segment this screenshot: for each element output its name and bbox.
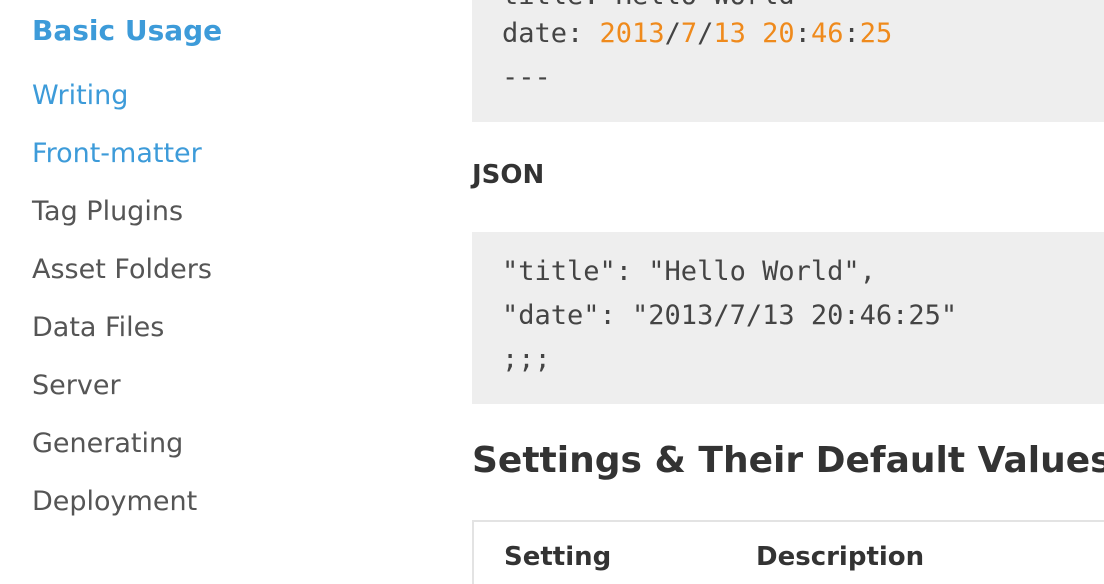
sidebar-item-asset-folders[interactable]: Asset Folders bbox=[32, 254, 212, 285]
code-date-day: 13 bbox=[713, 18, 746, 49]
code-date-minute: 46 bbox=[810, 18, 844, 49]
sidebar-item-tag-plugins[interactable]: Tag Plugins bbox=[32, 196, 183, 227]
code-date-year: 2013 bbox=[599, 18, 665, 49]
sidebar-item-generating[interactable]: Generating bbox=[32, 428, 183, 459]
code-date-space bbox=[746, 18, 762, 49]
code-line-title: title: Hello World bbox=[502, 0, 795, 11]
table-header-description: Description bbox=[756, 542, 925, 572]
code-date-key: date: bbox=[502, 18, 600, 49]
sidebar-item-data-files[interactable]: Data Files bbox=[32, 312, 164, 343]
sidebar-item-server[interactable]: Server bbox=[32, 370, 121, 401]
json-line-separator: ;;; bbox=[502, 344, 551, 375]
json-code-block: "title": "Hello World", "date": "2013/7/… bbox=[472, 232, 1104, 404]
code-date-colon: : bbox=[794, 18, 811, 49]
sidebar-item-front-matter[interactable]: Front-matter bbox=[32, 138, 202, 169]
sidebar-item-writing[interactable]: Writing bbox=[32, 80, 128, 111]
code-date-hour: 20 bbox=[762, 18, 795, 49]
sidebar-item-deployment[interactable]: Deployment bbox=[32, 486, 197, 517]
code-line-date: date: 2013/7/13 20:46:25 bbox=[502, 18, 892, 49]
json-heading: JSON bbox=[472, 160, 545, 190]
settings-heading: Settings & Their Default Values bbox=[472, 440, 1104, 481]
code-date-sep: / bbox=[697, 18, 714, 49]
yaml-code-block: title: Hello World date: 2013/7/13 20:46… bbox=[472, 0, 1104, 122]
table-header-setting: Setting bbox=[504, 542, 612, 572]
code-date-month: 7 bbox=[680, 18, 698, 49]
code-date-second: 25 bbox=[859, 18, 893, 49]
sidebar: Basic Usage Writing Front-matter Tag Plu… bbox=[32, 0, 432, 584]
code-line-separator: --- bbox=[502, 62, 551, 93]
main-content: title: Hello World date: 2013/7/13 20:46… bbox=[472, 0, 1104, 584]
sidebar-heading-basic-usage[interactable]: Basic Usage bbox=[32, 14, 222, 47]
json-line-title: "title": "Hello World", bbox=[502, 256, 876, 287]
json-line-date: "date": "2013/7/13 20:46:25" bbox=[502, 300, 958, 331]
code-date-sep: / bbox=[664, 18, 681, 49]
code-date-colon: : bbox=[843, 18, 860, 49]
settings-table: Setting Description bbox=[472, 520, 1104, 584]
